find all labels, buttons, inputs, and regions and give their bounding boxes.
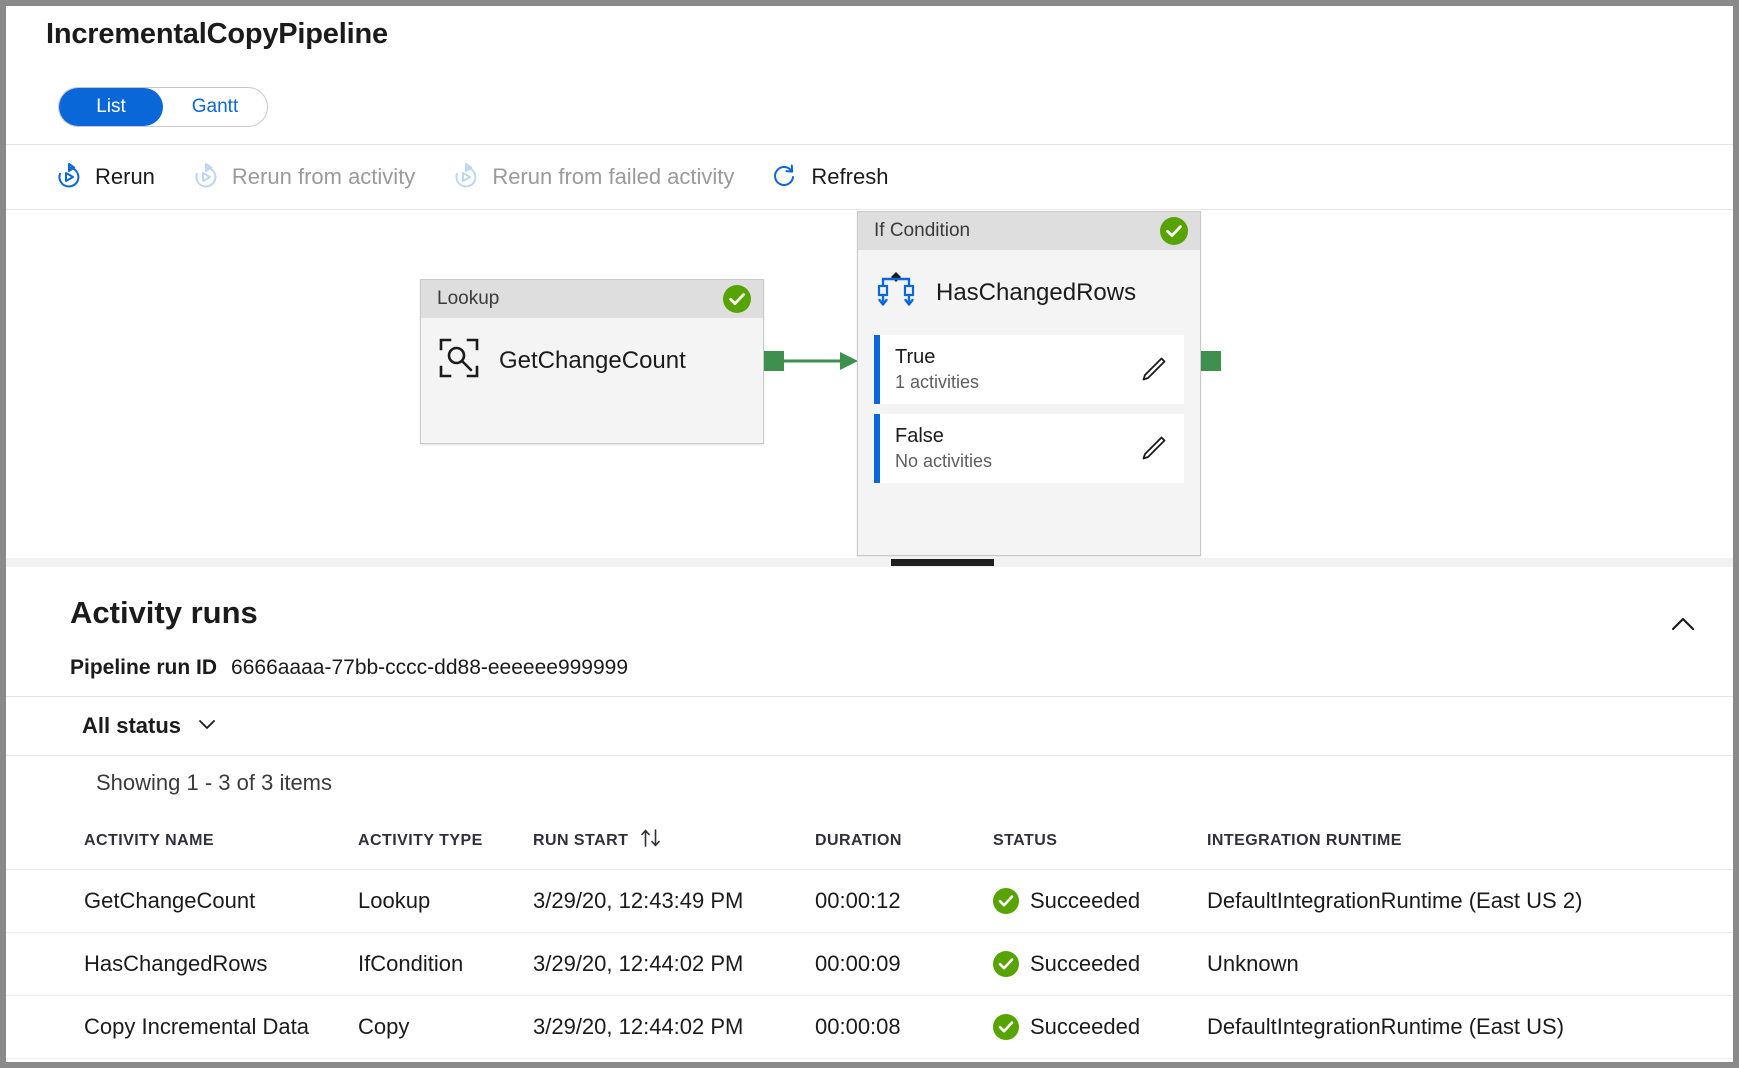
cell-activity-type: Lookup [358, 870, 533, 933]
status-filter-bar: All status [6, 696, 1733, 756]
success-check-icon [723, 285, 751, 313]
success-check-icon [1160, 217, 1188, 245]
success-check-icon [993, 1014, 1019, 1040]
lookup-node-header: Lookup [421, 280, 763, 318]
rerun-from-failed-activity-icon [451, 162, 481, 192]
rerun-icon [54, 162, 84, 192]
ifcondition-node-header: If Condition [858, 212, 1200, 250]
if-condition-branch-icon [874, 268, 918, 317]
rerun-button-label: Rerun [95, 164, 155, 190]
column-header-activity-type[interactable]: ACTIVITY TYPE [358, 812, 533, 870]
showing-items-count: Showing 1 - 3 of 3 items [96, 770, 332, 796]
cell-duration: 00:00:12 [815, 870, 993, 933]
branch-false-activity-count: No activities [895, 449, 1136, 473]
column-header-run-start[interactable]: RUN START [533, 812, 815, 870]
page-title: IncrementalCopyPipeline [46, 18, 388, 51]
status-badge: Succeeded [1030, 951, 1140, 977]
cell-status: Succeeded [993, 996, 1207, 1059]
canvas-horizontal-scrollbar-thumb[interactable] [891, 559, 994, 566]
column-header-activity-name[interactable]: ACTIVITY NAME [6, 812, 358, 870]
sort-arrows-icon[interactable] [640, 828, 662, 853]
canvas-horizontal-scrollbar-track[interactable] [6, 558, 1733, 567]
pipeline-canvas[interactable]: Lookup GetChangeCount [6, 211, 1733, 566]
pipeline-run-id-value: 6666aaaa-77bb-cccc-dd88-eeeeee999999 [231, 656, 628, 680]
refresh-button[interactable]: Refresh [770, 162, 888, 192]
cell-activity-type: Copy [358, 996, 533, 1059]
column-header-duration[interactable]: DURATION [815, 812, 993, 870]
pencil-icon[interactable] [1136, 432, 1170, 466]
branch-true-text: True 1 activities [880, 345, 1136, 394]
table-header-row: ACTIVITY NAME ACTIVITY TYPE RUN START DU… [6, 812, 1733, 870]
ifcondition-node-type-label: If Condition [874, 220, 1160, 242]
rerun-from-failed-activity-label: Rerun from failed activity [492, 164, 734, 190]
ifcondition-node-body: HasChangedRows [858, 250, 1200, 335]
branch-true-label: True [895, 345, 1136, 370]
cell-integration-runtime: Unknown [1207, 933, 1733, 996]
cell-run-start: 3/29/20, 12:43:49 PM [533, 870, 815, 933]
cell-duration: 00:00:09 [815, 933, 993, 996]
rerun-from-failed-activity-button[interactable]: Rerun from failed activity [451, 162, 734, 192]
lookup-magnifier-icon [437, 336, 481, 385]
lookup-node-name: GetChangeCount [499, 347, 686, 375]
refresh-icon [770, 162, 800, 192]
pivot-item-gantt[interactable]: Gantt [163, 88, 267, 126]
table-row[interactable]: GetChangeCount Lookup 3/29/20, 12:43:49 … [6, 870, 1733, 933]
cell-run-start: 3/29/20, 12:44:02 PM [533, 996, 815, 1059]
cell-status: Succeeded [993, 933, 1207, 996]
table-row[interactable]: HasChangedRows IfCondition 3/29/20, 12:4… [6, 933, 1733, 996]
column-header-run-start-label: RUN START [533, 832, 628, 849]
success-check-icon [993, 888, 1019, 914]
cell-integration-runtime: DefaultIntegrationRuntime (East US) [1207, 996, 1733, 1059]
branch-true[interactable]: True 1 activities [874, 335, 1184, 404]
column-header-integration-runtime[interactable]: INTEGRATION RUNTIME [1207, 812, 1733, 870]
cell-activity-name: GetChangeCount [6, 870, 358, 933]
status-filter-dropdown[interactable]: All status [82, 711, 220, 742]
status-badge: Succeeded [1030, 1014, 1140, 1040]
cell-duration: 00:00:08 [815, 996, 993, 1059]
cell-status: Succeeded [993, 870, 1207, 933]
branch-true-activity-count: 1 activities [895, 370, 1136, 394]
cell-integration-runtime: DefaultIntegrationRuntime (East US 2) [1207, 870, 1733, 933]
status-filter-label: All status [82, 713, 181, 739]
view-mode-pivot: List Gantt [58, 87, 268, 127]
command-toolbar: Rerun Rerun from activity Rerun from [6, 144, 1733, 210]
column-header-status[interactable]: STATUS [993, 812, 1207, 870]
cell-activity-type: IfCondition [358, 933, 533, 996]
branch-false-text: False No activities [880, 424, 1136, 473]
pipeline-run-id-label: Pipeline run ID [70, 656, 217, 680]
success-check-icon [993, 951, 1019, 977]
lookup-node-body: GetChangeCount [421, 318, 763, 403]
refresh-button-label: Refresh [811, 164, 888, 190]
activity-runs-title: Activity runs [70, 595, 258, 631]
cell-run-start: 3/29/20, 12:44:02 PM [533, 933, 815, 996]
rerun-button[interactable]: Rerun [54, 162, 155, 192]
branch-false-label: False [895, 424, 1136, 449]
pivot-item-list[interactable]: List [59, 88, 163, 126]
activity-node-if-condition[interactable]: If Condition [857, 211, 1201, 556]
branch-false[interactable]: False No activities [874, 414, 1184, 483]
pencil-icon[interactable] [1136, 353, 1170, 387]
activity-node-lookup[interactable]: Lookup GetChangeCount [420, 279, 764, 444]
pipeline-run-id: Pipeline run ID 6666aaaa-77bb-cccc-dd88-… [70, 656, 628, 680]
chevron-up-icon[interactable] [1663, 605, 1703, 645]
rerun-from-activity-label: Rerun from activity [232, 164, 415, 190]
connector-output-port-ifcondition[interactable] [1201, 351, 1221, 371]
ifcondition-node-name: HasChangedRows [936, 279, 1136, 307]
rerun-from-activity-icon [191, 162, 221, 192]
pipeline-run-page: IncrementalCopyPipeline List Gantt Rerun [6, 6, 1733, 1062]
cell-activity-name: Copy Incremental Data [6, 996, 358, 1059]
lookup-node-type-label: Lookup [437, 288, 723, 310]
rerun-from-activity-button[interactable]: Rerun from activity [191, 162, 415, 192]
table-row[interactable]: Copy Incremental Data Copy 3/29/20, 12:4… [6, 996, 1733, 1059]
activity-runs-table: ACTIVITY NAME ACTIVITY TYPE RUN START DU… [6, 812, 1733, 1059]
chevron-down-icon [194, 711, 220, 742]
connector-arrow-lookup-to-ifcondition [784, 347, 860, 375]
connector-output-port-lookup[interactable] [764, 351, 784, 371]
status-badge: Succeeded [1030, 888, 1140, 914]
cell-activity-name: HasChangedRows [6, 933, 358, 996]
